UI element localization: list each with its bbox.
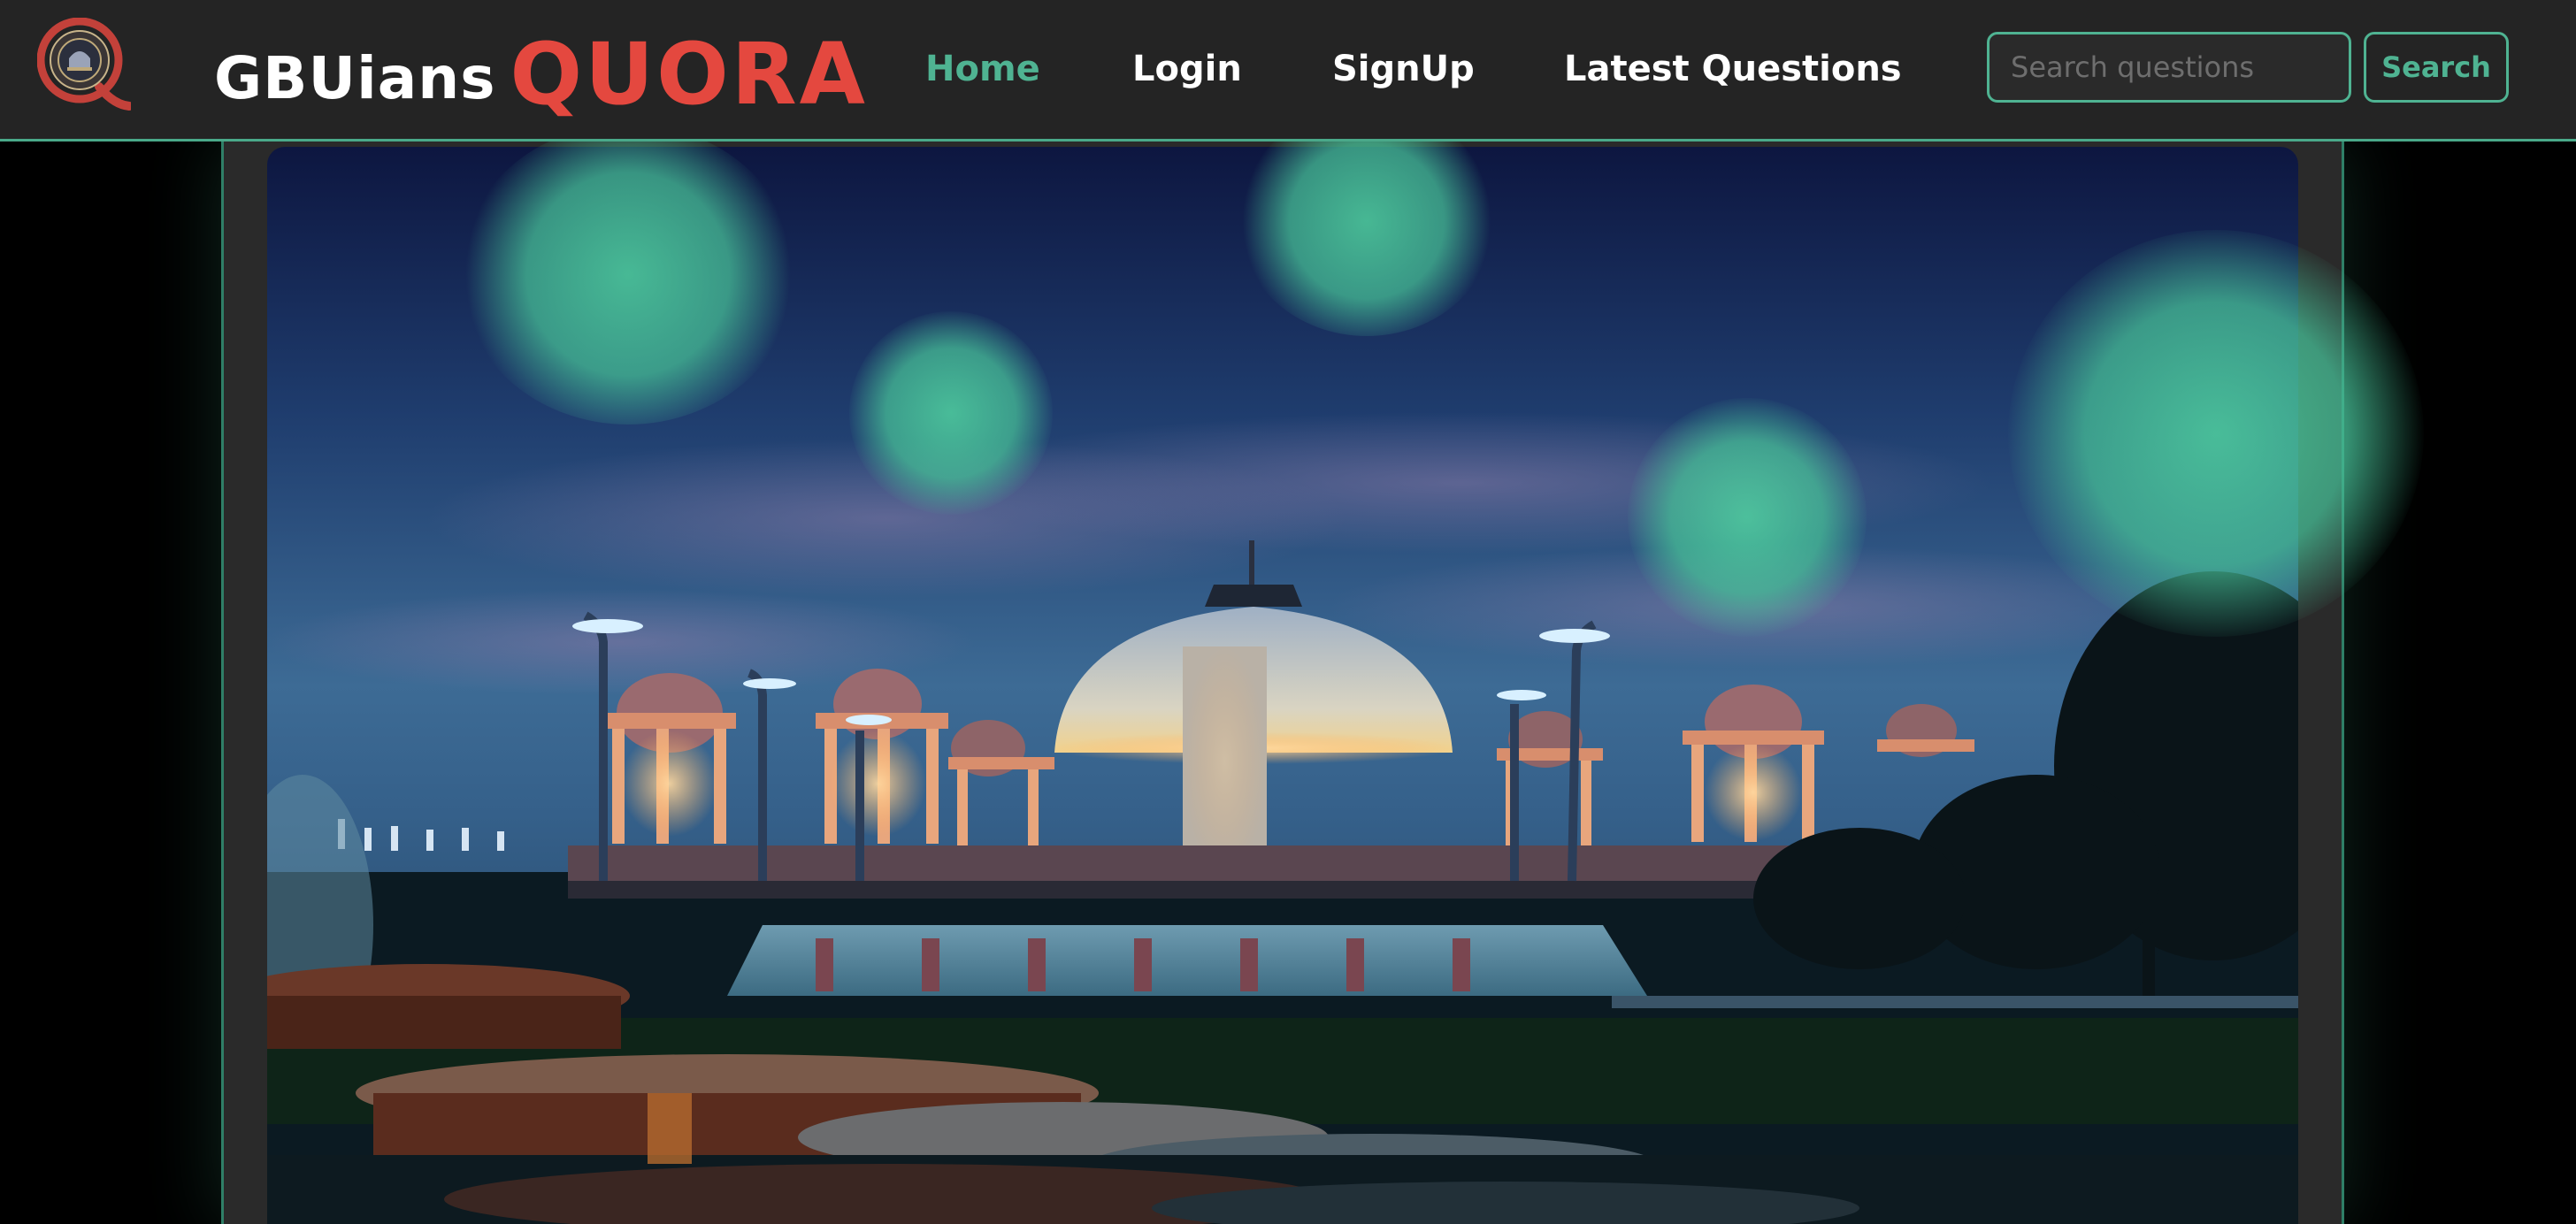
search-input[interactable] bbox=[1987, 32, 2351, 103]
brand-name-part1: GBUians bbox=[214, 44, 496, 112]
nav-signup-link[interactable]: SignUp bbox=[1332, 42, 1475, 96]
nav-latest-questions-link[interactable]: Latest Questions bbox=[1564, 42, 1902, 96]
search-button[interactable]: Search bbox=[2364, 32, 2509, 103]
navbar: GBUians QUORA Home Login SignUp Latest Q… bbox=[0, 0, 2576, 142]
brand-title[interactable]: GBUians QUORA bbox=[214, 23, 868, 120]
logo-icon[interactable] bbox=[36, 17, 134, 111]
hero-image bbox=[267, 147, 2298, 1224]
nav-home-link[interactable]: Home bbox=[925, 42, 1040, 96]
nav-login-link[interactable]: Login bbox=[1132, 42, 1242, 96]
brand-name-part2: QUORA bbox=[510, 25, 868, 124]
